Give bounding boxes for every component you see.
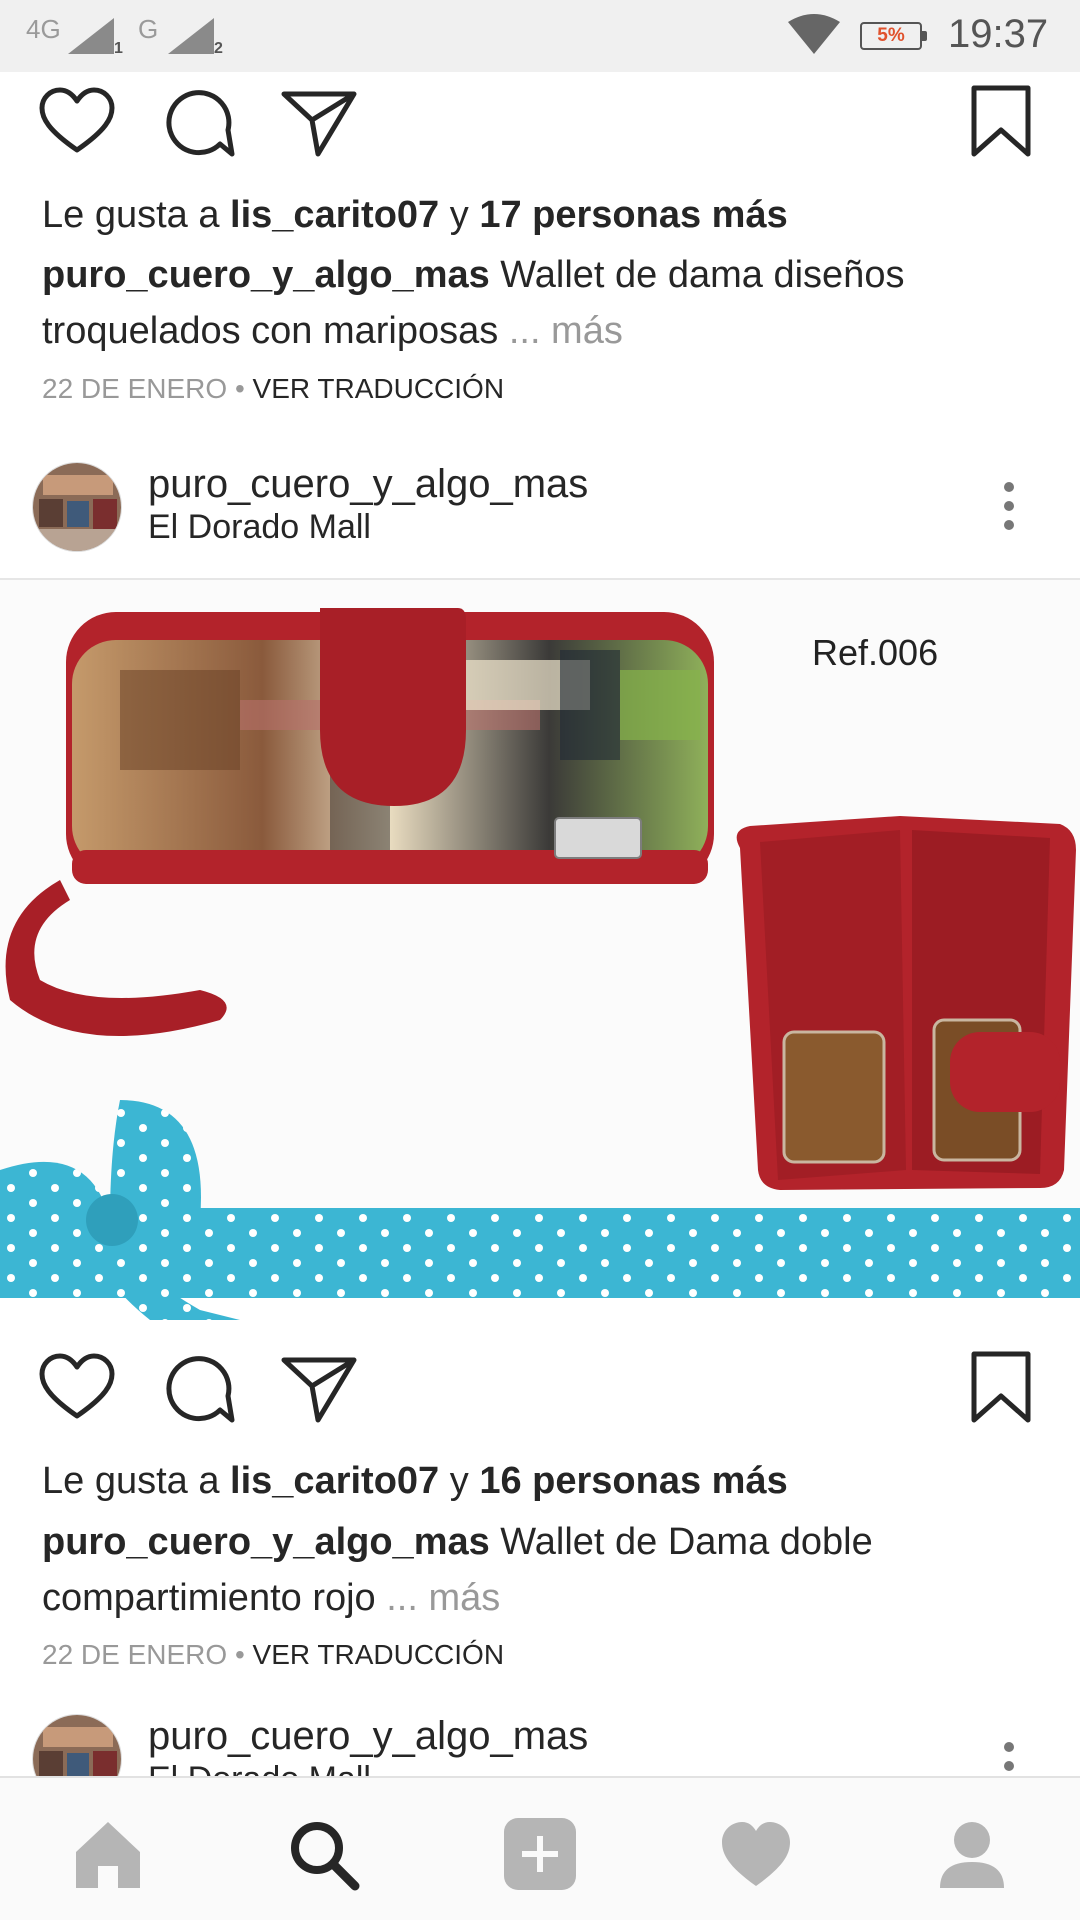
share-paper-plane-icon[interactable]: [280, 1350, 358, 1428]
add-post-icon[interactable]: [500, 1814, 580, 1894]
likes-count[interactable]: 17 personas más: [479, 194, 787, 236]
save-bookmark-icon[interactable]: [962, 84, 1040, 162]
search-icon[interactable]: [283, 1814, 363, 1894]
caption-more-link[interactable]: ... más: [509, 310, 623, 352]
like-heart-icon[interactable]: [38, 1350, 116, 1428]
post-location[interactable]: El Dorado Mall: [148, 506, 371, 548]
likes-mid: y: [439, 1460, 480, 1502]
post1-meta: 22 DE ENERO • VER TRADUCCIÓN: [42, 372, 504, 406]
signal-2-sub: 2: [214, 40, 223, 57]
profile-icon[interactable]: [932, 1814, 1012, 1894]
caption-username[interactable]: puro_cuero_y_algo_mas: [42, 254, 490, 296]
post2-action-row: [0, 1350, 1080, 1440]
post-date: 22 DE ENERO: [42, 1639, 228, 1670]
comment-bubble-icon[interactable]: [158, 84, 236, 162]
more-options-icon[interactable]: [990, 476, 1026, 536]
see-translation-link[interactable]: VER TRADUCCIÓN: [253, 1639, 505, 1670]
activity-heart-icon[interactable]: [716, 1814, 796, 1894]
caption-username[interactable]: puro_cuero_y_algo_mas: [42, 1521, 490, 1563]
avatar[interactable]: [32, 462, 122, 552]
status-bar: 4G 1 G 2 5% 19:37: [0, 0, 1080, 72]
like-heart-icon[interactable]: [38, 84, 116, 162]
home-icon[interactable]: [68, 1814, 148, 1894]
likes-prefix: Le gusta a: [42, 194, 231, 236]
caption-more-link[interactable]: ... más: [386, 1577, 500, 1619]
comment-bubble-icon[interactable]: [158, 1350, 236, 1428]
likes-count[interactable]: 16 personas más: [479, 1460, 787, 1502]
see-translation-link[interactable]: VER TRADUCCIÓN: [253, 373, 505, 404]
post-date: 22 DE ENERO: [42, 373, 228, 404]
signal-2-icon: [168, 18, 214, 54]
post-username[interactable]: puro_cuero_y_algo_mas: [148, 1712, 588, 1760]
post2-caption: puro_cuero_y_algo_mas Wallet de Dama dob…: [42, 1514, 1042, 1626]
wifi-icon: [788, 14, 840, 54]
post1-caption: puro_cuero_y_algo_mas Wallet de dama dis…: [42, 247, 1042, 359]
post-username[interactable]: puro_cuero_y_algo_mas: [148, 460, 588, 508]
post1-action-row: [0, 84, 1080, 174]
meta-separator: •: [227, 1639, 253, 1670]
signal-1-sub: 1: [114, 40, 123, 57]
wallet-product-photo: [0, 608, 1080, 1320]
meta-separator: •: [227, 373, 253, 404]
liker-username[interactable]: lis_carito07: [230, 1460, 439, 1502]
battery-level: 5%: [877, 25, 905, 46]
battery-icon: 5%: [860, 22, 927, 50]
product-reference: Ref.006: [812, 632, 939, 673]
share-paper-plane-icon[interactable]: [280, 84, 358, 162]
save-bookmark-icon[interactable]: [962, 1350, 1040, 1428]
post2-likes-line[interactable]: Le gusta a lis_carito07 y 16 personas má…: [42, 1458, 788, 1504]
signal-2-label: G: [138, 14, 159, 44]
post2-meta: 22 DE ENERO • VER TRADUCCIÓN: [42, 1638, 504, 1672]
liker-username[interactable]: lis_carito07: [230, 194, 439, 236]
signal-1-icon: [68, 18, 114, 54]
likes-mid: y: [439, 194, 480, 236]
post1-likes-line[interactable]: Le gusta a lis_carito07 y 17 personas má…: [42, 192, 788, 238]
post2-header: puro_cuero_y_algo_mas El Dorado Mall: [0, 456, 1080, 566]
clock: 19:37: [948, 12, 1049, 56]
bottom-nav: [0, 1776, 1080, 1920]
likes-prefix: Le gusta a: [42, 1460, 231, 1502]
signal-1-label: 4G: [26, 14, 61, 44]
post-image[interactable]: Ref.006: [0, 580, 1080, 1320]
